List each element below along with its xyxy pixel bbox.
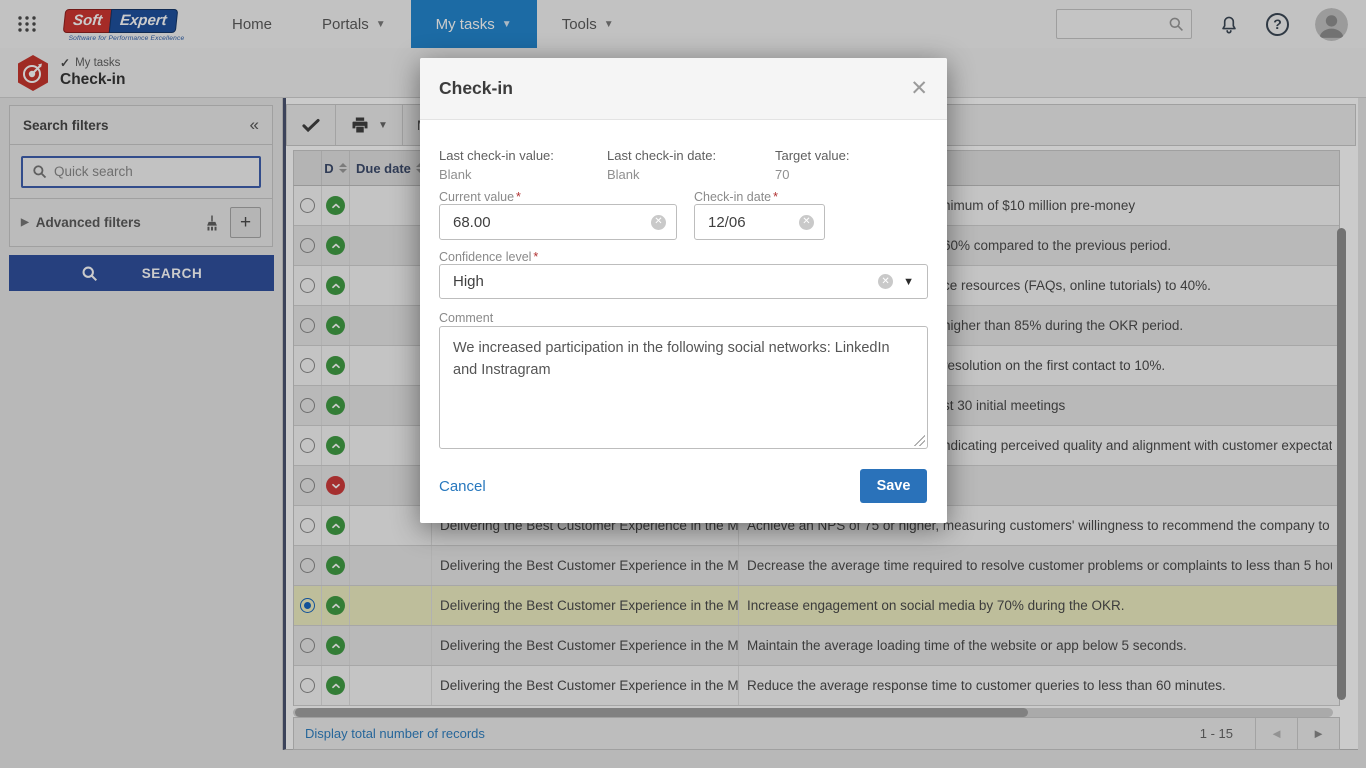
clear-icon[interactable]: ✕ — [878, 274, 893, 289]
clear-icon[interactable]: ✕ — [799, 215, 814, 230]
save-button[interactable]: Save — [860, 469, 927, 503]
confidence-level-select[interactable]: High ✕ ▼ — [439, 264, 928, 299]
close-icon[interactable]: ✕ — [910, 78, 928, 99]
confidence-level-label: Confidence level* — [439, 250, 538, 264]
last-check-in-value: Last check-in value: Blank — [439, 148, 554, 182]
dialog-header: Check-in ✕ — [420, 58, 947, 120]
dialog-title: Check-in — [439, 78, 513, 99]
current-value-label: Current value* — [439, 190, 521, 204]
check-in-date-label: Check-in date* — [694, 190, 778, 204]
clear-icon[interactable]: ✕ — [651, 215, 666, 230]
comment-label: Comment — [439, 311, 493, 325]
chevron-down-icon[interactable]: ▼ — [903, 276, 914, 288]
resize-handle-icon[interactable] — [914, 435, 925, 446]
current-value-field[interactable]: 68.00 ✕ — [439, 204, 677, 240]
check-in-dialog: Check-in ✕ Last check-in value: Blank La… — [420, 58, 947, 523]
target-value: Target value: 70 — [775, 148, 849, 182]
cancel-button[interactable]: Cancel — [439, 478, 486, 495]
comment-textarea[interactable]: We increased participation in the follow… — [439, 326, 928, 449]
last-check-in-date: Last check-in date: Blank — [607, 148, 716, 182]
check-in-date-field[interactable]: 12/06 ✕ — [694, 204, 825, 240]
